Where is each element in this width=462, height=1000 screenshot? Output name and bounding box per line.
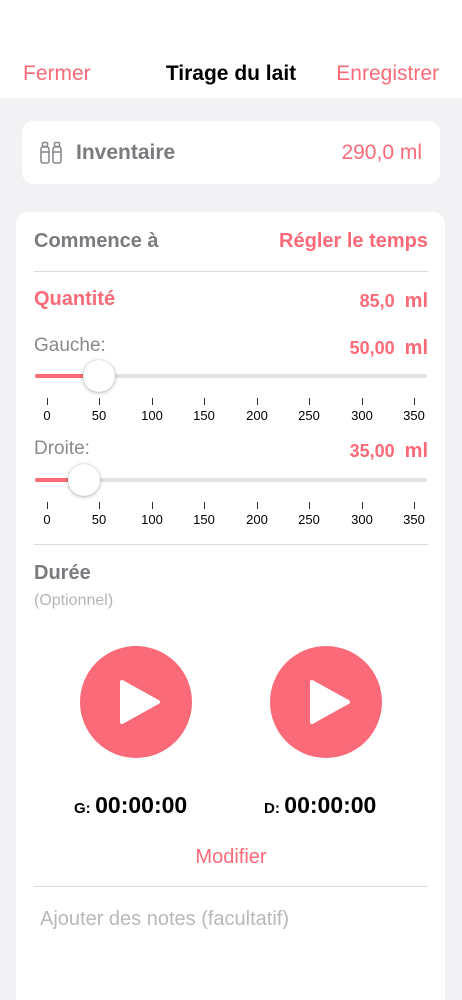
right-amount: 35,00 <box>349 441 395 461</box>
scale-tick <box>47 398 48 405</box>
right-side-label: Droite: <box>34 438 90 459</box>
left-side-label: Gauche: <box>34 335 106 356</box>
play-icon <box>310 680 350 724</box>
quantity-value: 85,0 ml <box>360 290 428 313</box>
scale-tick-label: 100 <box>141 408 163 423</box>
scale-tick <box>257 502 258 509</box>
start-time-label: Commence à <box>34 230 159 252</box>
scale-tick-label: 50 <box>91 408 107 423</box>
scale-tick-label: 350 <box>403 408 425 423</box>
scale-tick-label: 100 <box>141 512 163 527</box>
scale-tick-label: 300 <box>351 408 373 423</box>
right-timer-value: 00:00:00 <box>284 792 377 818</box>
duration-label: Durée <box>34 562 91 584</box>
left-slider-thumb[interactable] <box>83 360 115 392</box>
scale-tick-label: 150 <box>193 512 215 527</box>
inventory-card[interactable]: Inventaire 290,0 ml <box>22 121 440 184</box>
left-side-value: 50,00 ml <box>350 337 428 360</box>
right-play-button[interactable] <box>270 646 382 758</box>
quantity-unit: ml <box>404 290 428 312</box>
right-slider-thumb[interactable] <box>68 464 100 496</box>
scale-tick <box>257 398 258 405</box>
close-button[interactable]: Fermer <box>23 60 91 88</box>
inventory-label: Inventaire <box>76 141 176 164</box>
scale-tick <box>309 398 310 405</box>
scale-tick-label: 200 <box>246 512 268 527</box>
milk-bottles-icon <box>40 141 62 164</box>
quantity-amount: 85,0 <box>359 291 395 311</box>
scale-tick-label: 0 <box>43 512 51 527</box>
scale-tick <box>47 502 48 509</box>
scale-tick <box>152 398 153 405</box>
scale-tick-label: 250 <box>298 512 320 527</box>
scale-tick-label: 250 <box>298 408 320 423</box>
inventory-value: 290,0 ml <box>341 141 422 164</box>
left-slider-scale: 0 50 100 150 200 250 300 350 <box>0 398 462 428</box>
quantity-label: Quantité <box>34 288 116 310</box>
scale-tick <box>204 398 205 405</box>
left-timer-value: 00:00:00 <box>95 792 188 818</box>
right-side-value: 35,00 ml <box>350 440 428 463</box>
modify-button[interactable]: Modifier <box>195 846 266 868</box>
left-amount: 50,00 <box>349 338 395 358</box>
scale-tick-label: 200 <box>246 408 268 423</box>
scale-tick <box>309 502 310 509</box>
right-slider-scale: 0 50 100 150 200 250 300 350 <box>0 502 462 532</box>
play-icon <box>120 680 160 724</box>
right-unit: ml <box>404 440 428 462</box>
save-button[interactable]: Enregistrer <box>336 60 439 88</box>
page-title: Tirage du lait <box>165 62 297 85</box>
left-unit: ml <box>404 337 428 359</box>
left-play-button[interactable] <box>80 646 192 758</box>
scale-tick <box>152 502 153 509</box>
left-timer: G: 00:00:00 <box>74 792 187 819</box>
scale-tick <box>99 502 100 509</box>
right-timer: D: 00:00:00 <box>264 792 376 819</box>
divider <box>34 886 428 887</box>
scale-tick <box>362 502 363 509</box>
scale-tick-label: 300 <box>351 512 373 527</box>
scale-tick <box>414 502 415 509</box>
scale-tick <box>414 398 415 405</box>
scale-tick-label: 50 <box>91 512 107 527</box>
scale-tick <box>362 398 363 405</box>
scale-tick-label: 350 <box>403 512 425 527</box>
scale-tick-label: 0 <box>43 408 51 423</box>
scale-tick <box>204 502 205 509</box>
navigation-bar: Tirage du lait Fermer Enregistrer <box>0 0 462 98</box>
duration-optional-label: (Optionnel) <box>34 592 114 609</box>
divider <box>34 271 428 272</box>
divider <box>34 544 428 545</box>
notes-field[interactable]: Ajouter des notes (facultatif) <box>40 908 289 931</box>
right-timer-prefix: D: <box>264 800 280 817</box>
scale-tick-label: 150 <box>193 408 215 423</box>
scale-tick <box>99 398 100 405</box>
set-time-button[interactable]: Régler le temps <box>279 230 428 253</box>
left-timer-prefix: G: <box>74 800 91 817</box>
